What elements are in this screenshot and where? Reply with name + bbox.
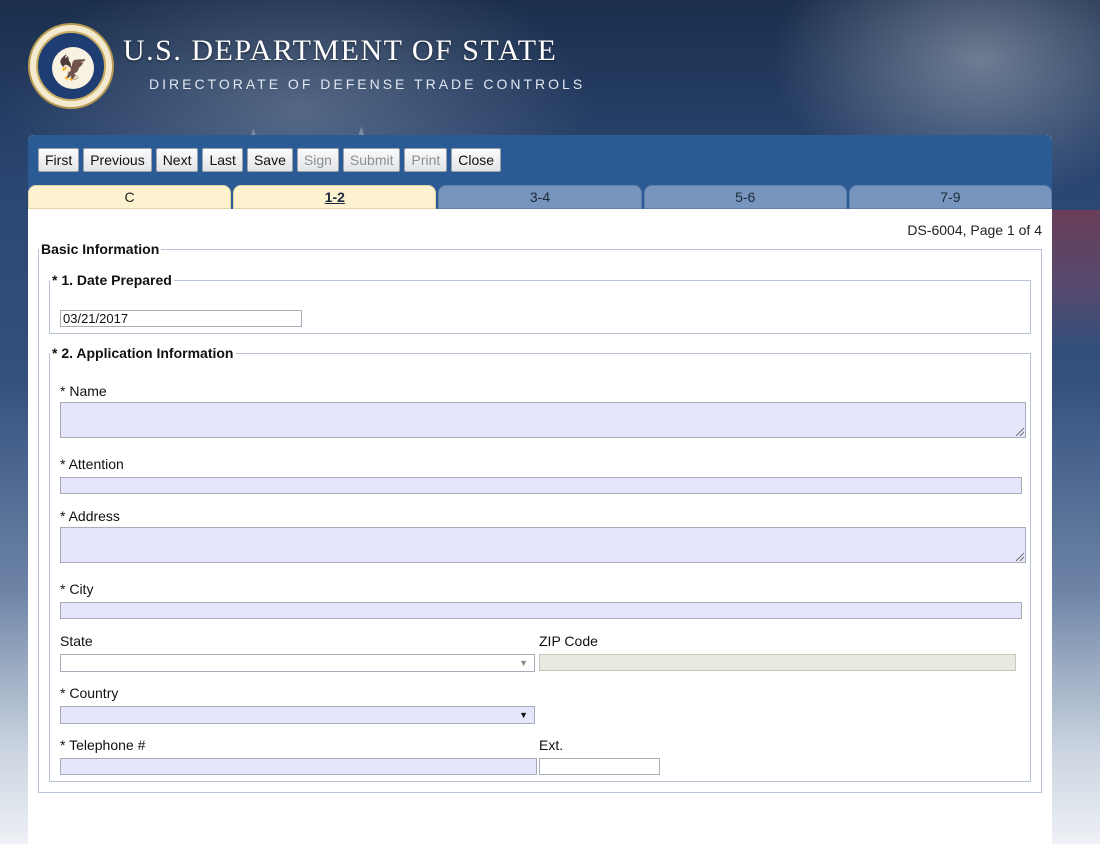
date-prepared-legend: * 1. Date Prepared [52, 272, 172, 288]
department-title: U.S. DEPARTMENT OF STATE [123, 34, 558, 67]
date-prepared-input[interactable]: 03/21/2017 [60, 310, 302, 327]
name-textarea[interactable] [60, 402, 1026, 438]
close-button[interactable]: Close [451, 148, 502, 172]
directorate-subtitle: DIRECTORATE OF DEFENSE TRADE CONTROLS [149, 76, 586, 92]
city-input[interactable] [60, 602, 1022, 619]
application-information-group: * 2. Application Information * Name * At… [49, 345, 1031, 782]
date-prepared-group: * 1. Date Prepared 03/21/2017 [49, 272, 1031, 334]
resize-handle-icon[interactable] [1016, 553, 1024, 561]
telephone-input[interactable] [60, 758, 537, 775]
zip-code-input[interactable] [539, 654, 1016, 671]
ext-input[interactable] [539, 758, 660, 775]
page-header: 🦅 U.S. DEPARTMENT OF STATE DIRECTORATE O… [0, 0, 1100, 135]
attention-input[interactable] [60, 477, 1022, 494]
toolbar: First Previous Next Last Save Sign Submi… [38, 148, 502, 172]
section-title: Basic Information [41, 241, 160, 257]
tab-c[interactable]: C [28, 185, 232, 209]
city-label: * City [60, 581, 94, 597]
attention-label: * Attention [60, 456, 124, 472]
tab-5-6[interactable]: 5-6 [643, 185, 847, 209]
chevron-down-icon: ▼ [519, 710, 528, 720]
last-button[interactable]: Last [202, 148, 243, 172]
chevron-down-icon: ▼ [519, 658, 528, 668]
resize-handle-icon[interactable] [1016, 428, 1024, 436]
previous-button[interactable]: Previous [83, 148, 152, 172]
country-select[interactable]: ▼ [60, 706, 535, 724]
state-label: State [60, 633, 93, 649]
next-button[interactable]: Next [155, 148, 199, 172]
address-label: * Address [60, 508, 120, 524]
page-tabs: C 1-2 3-4 5-6 7-9 [28, 185, 1052, 209]
state-select[interactable]: ▼ [60, 654, 535, 672]
save-button[interactable]: Save [246, 148, 293, 172]
toolbar-area: First Previous Next Last Save Sign Submi… [28, 135, 1052, 209]
telephone-label: * Telephone # [60, 737, 146, 753]
first-button[interactable]: First [38, 148, 80, 172]
page-indicator: DS-6004, Page 1 of 4 [907, 222, 1042, 238]
state-department-seal-icon: 🦅 [28, 23, 114, 109]
submit-button[interactable]: Submit [342, 148, 401, 172]
form-panel: First Previous Next Last Save Sign Submi… [28, 135, 1052, 844]
tab-3-4[interactable]: 3-4 [438, 185, 642, 209]
ext-label: Ext. [539, 737, 564, 753]
zip-code-label: ZIP Code [539, 633, 598, 649]
print-button[interactable]: Print [404, 148, 448, 172]
sign-button[interactable]: Sign [296, 148, 339, 172]
application-information-legend: * 2. Application Information [52, 345, 234, 361]
tab-7-9[interactable]: 7-9 [848, 185, 1052, 209]
address-textarea[interactable] [60, 527, 1026, 563]
name-label: * Name [60, 383, 107, 399]
country-label: * Country [60, 685, 119, 701]
tab-1-2[interactable]: 1-2 [233, 185, 437, 209]
